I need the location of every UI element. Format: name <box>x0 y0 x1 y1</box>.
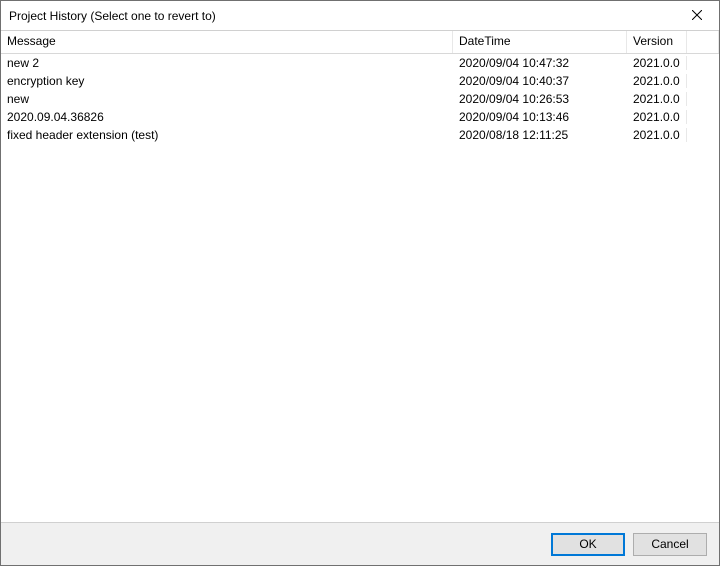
cell-datetime: 2020/09/04 10:26:53 <box>453 92 627 106</box>
window-title: Project History (Select one to revert to… <box>9 9 216 23</box>
column-header-version[interactable]: Version <box>627 31 687 53</box>
column-header-spacer <box>687 31 719 53</box>
cell-message: new 2 <box>1 56 453 70</box>
column-header-message[interactable]: Message <box>1 31 453 53</box>
table-row[interactable]: encryption key2020/09/04 10:40:372021.0.… <box>1 72 719 90</box>
close-icon <box>692 9 702 23</box>
cancel-button[interactable]: Cancel <box>633 533 707 556</box>
cell-message: encryption key <box>1 74 453 88</box>
button-bar: OK Cancel <box>1 522 719 565</box>
list-header: Message DateTime Version <box>1 31 719 54</box>
cell-message: new <box>1 92 453 106</box>
cell-message: 2020.09.04.36826 <box>1 110 453 124</box>
cell-version: 2021.0.0 <box>627 74 687 88</box>
table-row[interactable]: 2020.09.04.368262020/09/04 10:13:462021.… <box>1 108 719 126</box>
table-row[interactable]: new 22020/09/04 10:47:322021.0.0 <box>1 54 719 72</box>
cell-version: 2021.0.0 <box>627 56 687 70</box>
cell-datetime: 2020/09/04 10:13:46 <box>453 110 627 124</box>
cell-version: 2021.0.0 <box>627 128 687 142</box>
dialog-window: Project History (Select one to revert to… <box>0 0 720 566</box>
cell-version: 2021.0.0 <box>627 110 687 124</box>
cell-version: 2021.0.0 <box>627 92 687 106</box>
cell-message: fixed header extension (test) <box>1 128 453 142</box>
close-button[interactable] <box>674 1 719 30</box>
title-bar: Project History (Select one to revert to… <box>1 1 719 31</box>
table-row[interactable]: new2020/09/04 10:26:532021.0.0 <box>1 90 719 108</box>
ok-button[interactable]: OK <box>551 533 625 556</box>
table-row[interactable]: fixed header extension (test)2020/08/18 … <box>1 126 719 144</box>
cell-datetime: 2020/09/04 10:40:37 <box>453 74 627 88</box>
column-header-datetime[interactable]: DateTime <box>453 31 627 53</box>
cell-datetime: 2020/08/18 12:11:25 <box>453 128 627 142</box>
cell-datetime: 2020/09/04 10:47:32 <box>453 56 627 70</box>
history-list[interactable]: Message DateTime Version new 22020/09/04… <box>1 31 719 522</box>
list-rows: new 22020/09/04 10:47:322021.0.0encrypti… <box>1 54 719 144</box>
